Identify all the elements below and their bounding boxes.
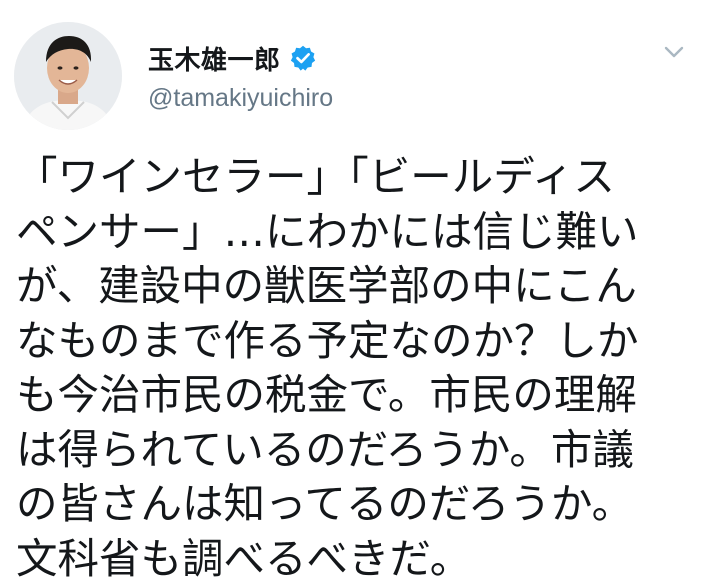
tweet-text-line: の皆さんは知ってるのだろうか。 [16, 477, 696, 532]
author-handle[interactable]: @tamakiyuichiro [148, 84, 333, 113]
tweet-text-line: も今治市民の税金で。市民の理解 [16, 368, 696, 423]
tweet-card: 玉木雄一郎 @tamakiyuichiro 「ワインセラー」「ビールディス ペン… [0, 0, 704, 581]
tweet-text-line: 「ワインセラー」「ビールディス [16, 150, 696, 205]
tweet-text-line: が、建設中の獣医学部の中にこん [16, 259, 696, 314]
avatar[interactable] [14, 22, 122, 130]
tweet-text: 「ワインセラー」「ビールディス ペンサー」…にわかには信じ難い が、建設中の獣医… [16, 150, 696, 586]
author-display-name[interactable]: 玉木雄一郎 [148, 40, 281, 77]
tweet-text-line: なものまで作る予定なのか？しか [16, 314, 696, 369]
tweet-text-line: ペンサー」…にわかには信じ難い [16, 205, 696, 260]
author-name-row: 玉木雄一郎 [148, 38, 317, 78]
chevron-down-icon[interactable] [662, 40, 686, 64]
verified-badge-icon [289, 44, 317, 72]
tweet-text-line: 文科省も調べるべきだ。 [16, 532, 696, 586]
tweet-text-line: は得られているのだろうか。市議 [16, 423, 696, 478]
